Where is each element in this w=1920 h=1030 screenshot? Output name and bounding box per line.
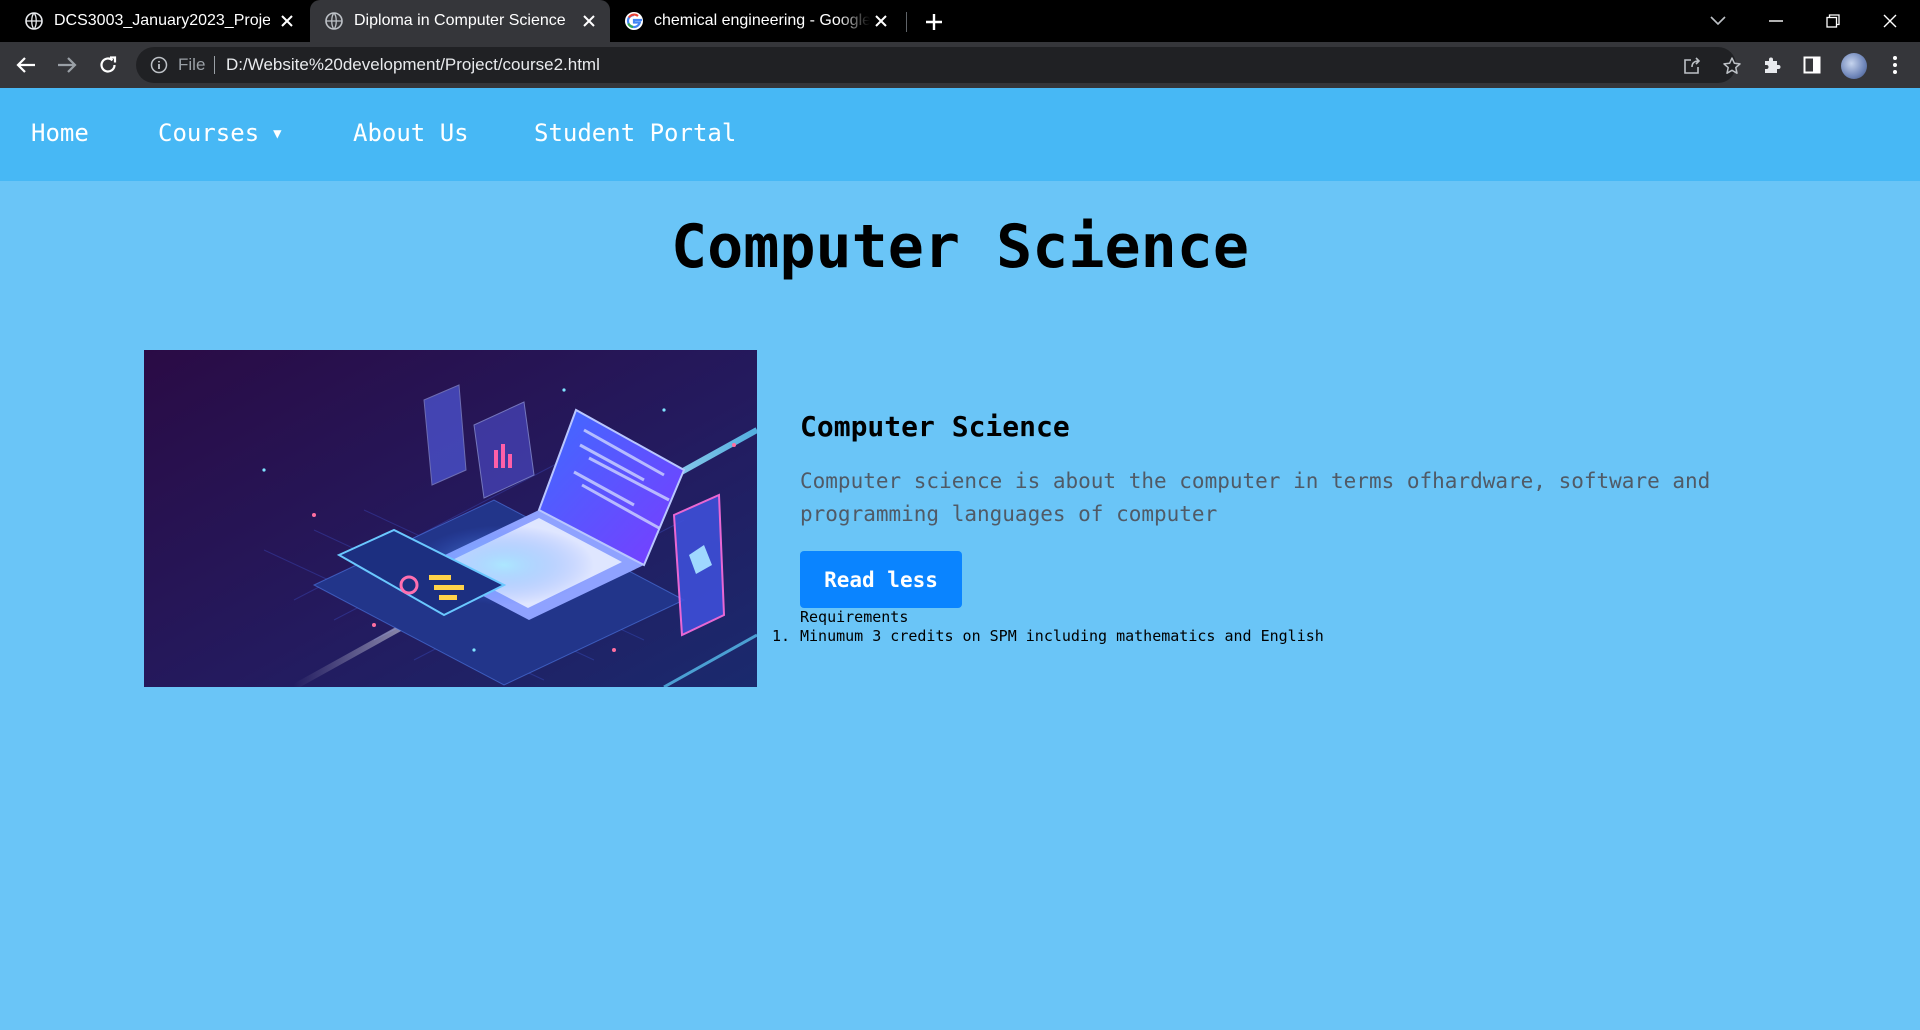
course-image [144,350,757,687]
address-url[interactable]: D:/Website%20development/Project/course2… [226,55,600,75]
restore-icon [1826,14,1840,28]
side-panel-icon [1803,56,1821,74]
star-icon [1723,57,1741,74]
close-icon [875,15,887,27]
read-less-button[interactable]: Read less [800,551,962,608]
browser-tab-strip: DCS3003_January2023_Project.pdf Diploma … [0,0,1920,42]
minimize-button[interactable] [1758,6,1794,36]
site-scheme-label: File [178,55,206,74]
page-title: Computer Science [671,212,1249,282]
tab-title: Diploma in Computer Science [354,12,566,29]
close-icon [281,15,293,27]
requirements-list: 1. Minumum 3 credits on SPM including ma… [772,627,1324,645]
more-vertical-icon [1893,56,1897,74]
tab-divider [906,12,907,32]
puzzle-icon [1765,57,1781,73]
restore-button[interactable] [1815,6,1851,36]
window-close-button[interactable] [1872,6,1908,36]
back-arrow-icon [16,57,35,73]
share-icon [1684,57,1701,74]
chevron-down-icon [1710,16,1726,26]
close-icon [583,15,595,27]
course-title: Computer Science [800,410,1070,443]
list-item-text: Minumum 3 credits on SPM including mathe… [800,627,1324,645]
extensions-button[interactable] [1760,53,1784,77]
close-tab-button[interactable] [578,10,600,32]
laptop-illustration [144,350,757,687]
nav-courses-label: Courses [158,119,260,147]
list-item: 1. Minumum 3 credits on SPM including ma… [772,627,1324,645]
close-tab-button[interactable] [276,10,298,32]
list-item-number: 1. [772,627,791,645]
info-icon[interactable] [150,56,168,74]
course-description: Computer science is about the computer i… [800,469,1711,526]
address-divider [214,56,215,74]
nav-about-link[interactable]: About Us [353,119,469,147]
close-tab-button[interactable] [870,10,892,32]
new-tab-button[interactable] [920,8,948,36]
forward-button[interactable] [53,51,81,79]
tab-search-button[interactable] [1700,6,1736,36]
browser-menu-button[interactable] [1883,53,1907,77]
side-panel-button[interactable] [1800,53,1824,77]
browser-tab[interactable]: DCS3003_January2023_Project.pdf [0,0,308,42]
tab-title: chemical engineering - Google Search [654,12,870,29]
share-button[interactable] [1681,55,1703,77]
minimize-icon [1769,20,1783,22]
nav-student-portal-link[interactable]: Student Portal [534,119,736,147]
back-button[interactable] [12,51,40,79]
caret-down-icon: ▼ [273,126,282,142]
close-icon [1883,14,1897,28]
address-bar[interactable]: File D:/Website%20development/Project/co… [136,47,1741,83]
browser-tab[interactable]: chemical engineering - Google Search [612,0,902,42]
requirements-heading: Requirements [800,608,909,626]
globe-icon [25,12,43,30]
google-icon [625,12,643,30]
reload-button[interactable] [94,51,122,79]
plus-icon [926,14,942,30]
nav-courses-dropdown[interactable]: Courses ▼ [158,119,282,147]
nav-home-link[interactable]: Home [31,119,89,147]
tab-title: DCS3003_January2023_Project.pdf [54,12,270,29]
globe-icon [325,12,343,30]
bookmark-button[interactable] [1721,55,1743,77]
browser-tab-active[interactable]: Diploma in Computer Science [310,0,610,42]
profile-avatar[interactable] [1841,53,1867,79]
forward-arrow-icon [58,57,77,73]
browser-toolbar: File D:/Website%20development/Project/co… [0,42,1920,88]
site-navbar: Home Courses ▼ About Us Student Portal [0,88,1920,181]
reload-icon [100,56,117,73]
